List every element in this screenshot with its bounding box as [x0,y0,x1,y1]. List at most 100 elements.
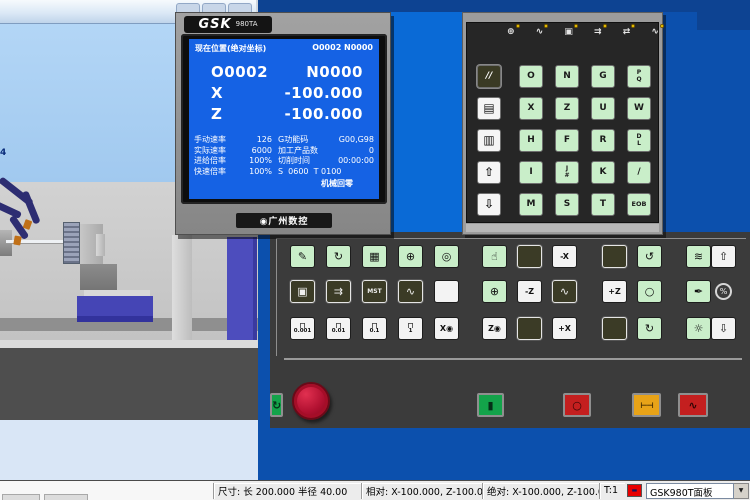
slash-key[interactable]: // [477,65,501,88]
taskbar-tab[interactable] [2,494,40,500]
led-icon [660,24,664,28]
led-icon [574,24,578,28]
panel-row-2: ▣ ⇉ MST ∿ ⊕ [290,280,747,303]
cnc-display-window: GSK 980TA 现在位置(绝对坐标) O0002 N0000 O0002 N… [175,12,391,235]
power-on-button[interactable]: ▮ [477,393,504,417]
override-percent-indicator[interactable]: % [711,280,736,303]
cursor-up-key[interactable]: ⇧ [477,161,501,184]
mst-lock-button[interactable]: MST [362,280,387,303]
button-icon: ∿ [560,286,569,297]
button-label: +X [558,325,571,333]
led-icon [603,24,607,28]
lamp-icon: ▣ [564,27,573,37]
block-skip-button[interactable]: ⇉ [326,280,351,303]
key-s[interactable]: S [555,193,579,216]
x-axis-select-button[interactable]: X◉ [434,317,459,340]
button-icon: ≋ [694,251,703,262]
key-n[interactable]: N [555,65,579,88]
key-g[interactable]: G [591,65,615,88]
override-up-button[interactable]: ⇧ [711,245,736,268]
top-corner-strip [697,0,750,30]
aux-blank-button[interactable] [434,280,459,303]
status-block: 手动速率 126 G功能码 G00,G98 实际速率 6000 加工产品数 0 … [189,135,379,177]
rapid-lamp: ∿ [536,28,544,37]
feed-hold-button[interactable]: ⊢⊣ [632,393,661,417]
machine-zero-mode-button[interactable]: ⊕ [398,245,423,268]
dropdown-arrow-icon[interactable]: ▼ [734,483,749,499]
jog-minus-z-button[interactable]: -Z [517,280,542,303]
machine-lock-button[interactable]: ∿ [398,280,423,303]
override-down-button[interactable]: ⇩ [711,317,736,340]
key-w[interactable]: W [627,97,651,120]
program-page-key[interactable]: ▤ [477,97,501,120]
taskbar-tab[interactable] [44,494,88,500]
jog-blank-button[interactable] [602,245,627,268]
panel-selector[interactable]: GSK980T面板 ▼ [646,483,749,499]
jog-mode-button[interactable]: ☝ [482,245,507,268]
button-label: 0.001 [294,329,311,335]
button-label: X◉ [440,325,453,333]
jog-blank-button[interactable] [602,317,627,340]
lubrication-button[interactable]: ✒ [686,280,711,303]
emergency-stop-button[interactable] [292,382,330,420]
step-001-button[interactable]: ⊓ 0.01 [326,317,351,340]
cursor-down-key[interactable]: ⇩ [477,193,501,216]
status-bar: 尺寸: 长 200.000 半径 40.00 相对: X-100.000, Z-… [0,480,750,500]
jog-plus-x-button[interactable]: +X [552,317,577,340]
cycle-start-button[interactable]: ↻ [270,393,283,417]
action-icon: ⊢⊣ [640,401,653,410]
panel-highlight [276,238,277,356]
step-01-button[interactable]: ⊓ 0.1 [362,317,387,340]
key-i[interactable]: I [519,161,543,184]
key-x[interactable]: X [519,97,543,120]
key-t[interactable]: T [591,193,615,216]
coolant-button[interactable]: ≋ [686,245,711,268]
spindle-ccw-button[interactable]: ↺ [637,245,662,268]
gsk980ta-simulator: 4 OF1.5 GS [0,0,750,500]
button-label: -Z [525,288,534,296]
jog-blank-button[interactable] [517,317,542,340]
key-j[interactable]: J # [555,161,579,184]
led-icon [544,24,548,28]
key-eob[interactable]: EOB [627,193,651,216]
handwheel-mode-button[interactable]: ◎ [434,245,459,268]
button-label: +Z [608,288,621,296]
jog-blank-button[interactable] [517,245,542,268]
button-icon: ⇩ [719,323,728,334]
key-o[interactable]: O [519,65,543,88]
auto-mode-button[interactable]: ↻ [326,245,351,268]
key-z[interactable]: Z [555,97,579,120]
jog-plus-z-button[interactable]: +Z [602,280,627,303]
key-slash[interactable]: / [627,161,651,184]
dimension-readout: 尺寸: 长 200.000 半径 40.00 [213,483,361,499]
key-u[interactable]: U [591,97,615,120]
power-off-button[interactable]: ○ [563,393,591,417]
rapid-traverse-button[interactable]: ∿ [552,280,577,303]
key-f[interactable]: F [555,129,579,152]
mdi-mode-button[interactable]: ▦ [362,245,387,268]
step-0001-button[interactable]: ⊓ 0.001 [290,317,315,340]
z-axis-select-button[interactable]: Z◉ [482,317,507,340]
button-label: Z◉ [488,325,501,333]
key-k[interactable]: K [591,161,615,184]
relative-position-readout: 相对: X-100.000, Z-100.000 [361,483,482,499]
step-1-button[interactable]: ⊓ 1 [398,317,423,340]
single-block-button[interactable]: ▣ [290,280,315,303]
key-h[interactable]: H [519,129,543,152]
dwell-button[interactable]: ∿ [678,393,708,417]
button-icon: ▣ [297,286,307,297]
spindle-stop-button[interactable]: ○ [637,280,662,303]
key-p-q[interactable]: P Q [627,65,651,88]
tool-change-button[interactable]: ☼ [686,317,711,340]
edit-mode-button[interactable]: ✎ [290,245,315,268]
dry-run-button[interactable]: ⊕ [482,280,507,303]
machine-control-panel: ✎ ↻ ▦ ⊕ ◎ ☝ [270,232,750,428]
spindle-cw-button[interactable]: ↻ [637,317,662,340]
jog-minus-x-button[interactable]: -X [552,245,577,268]
button-icon: ○ [645,286,655,297]
key-d-l[interactable]: D L [627,129,651,152]
key-m[interactable]: M [519,193,543,216]
tool-number-readout: T:1 [599,483,625,499]
key-r[interactable]: R [591,129,615,152]
document-key[interactable]: ▥ [477,129,501,152]
